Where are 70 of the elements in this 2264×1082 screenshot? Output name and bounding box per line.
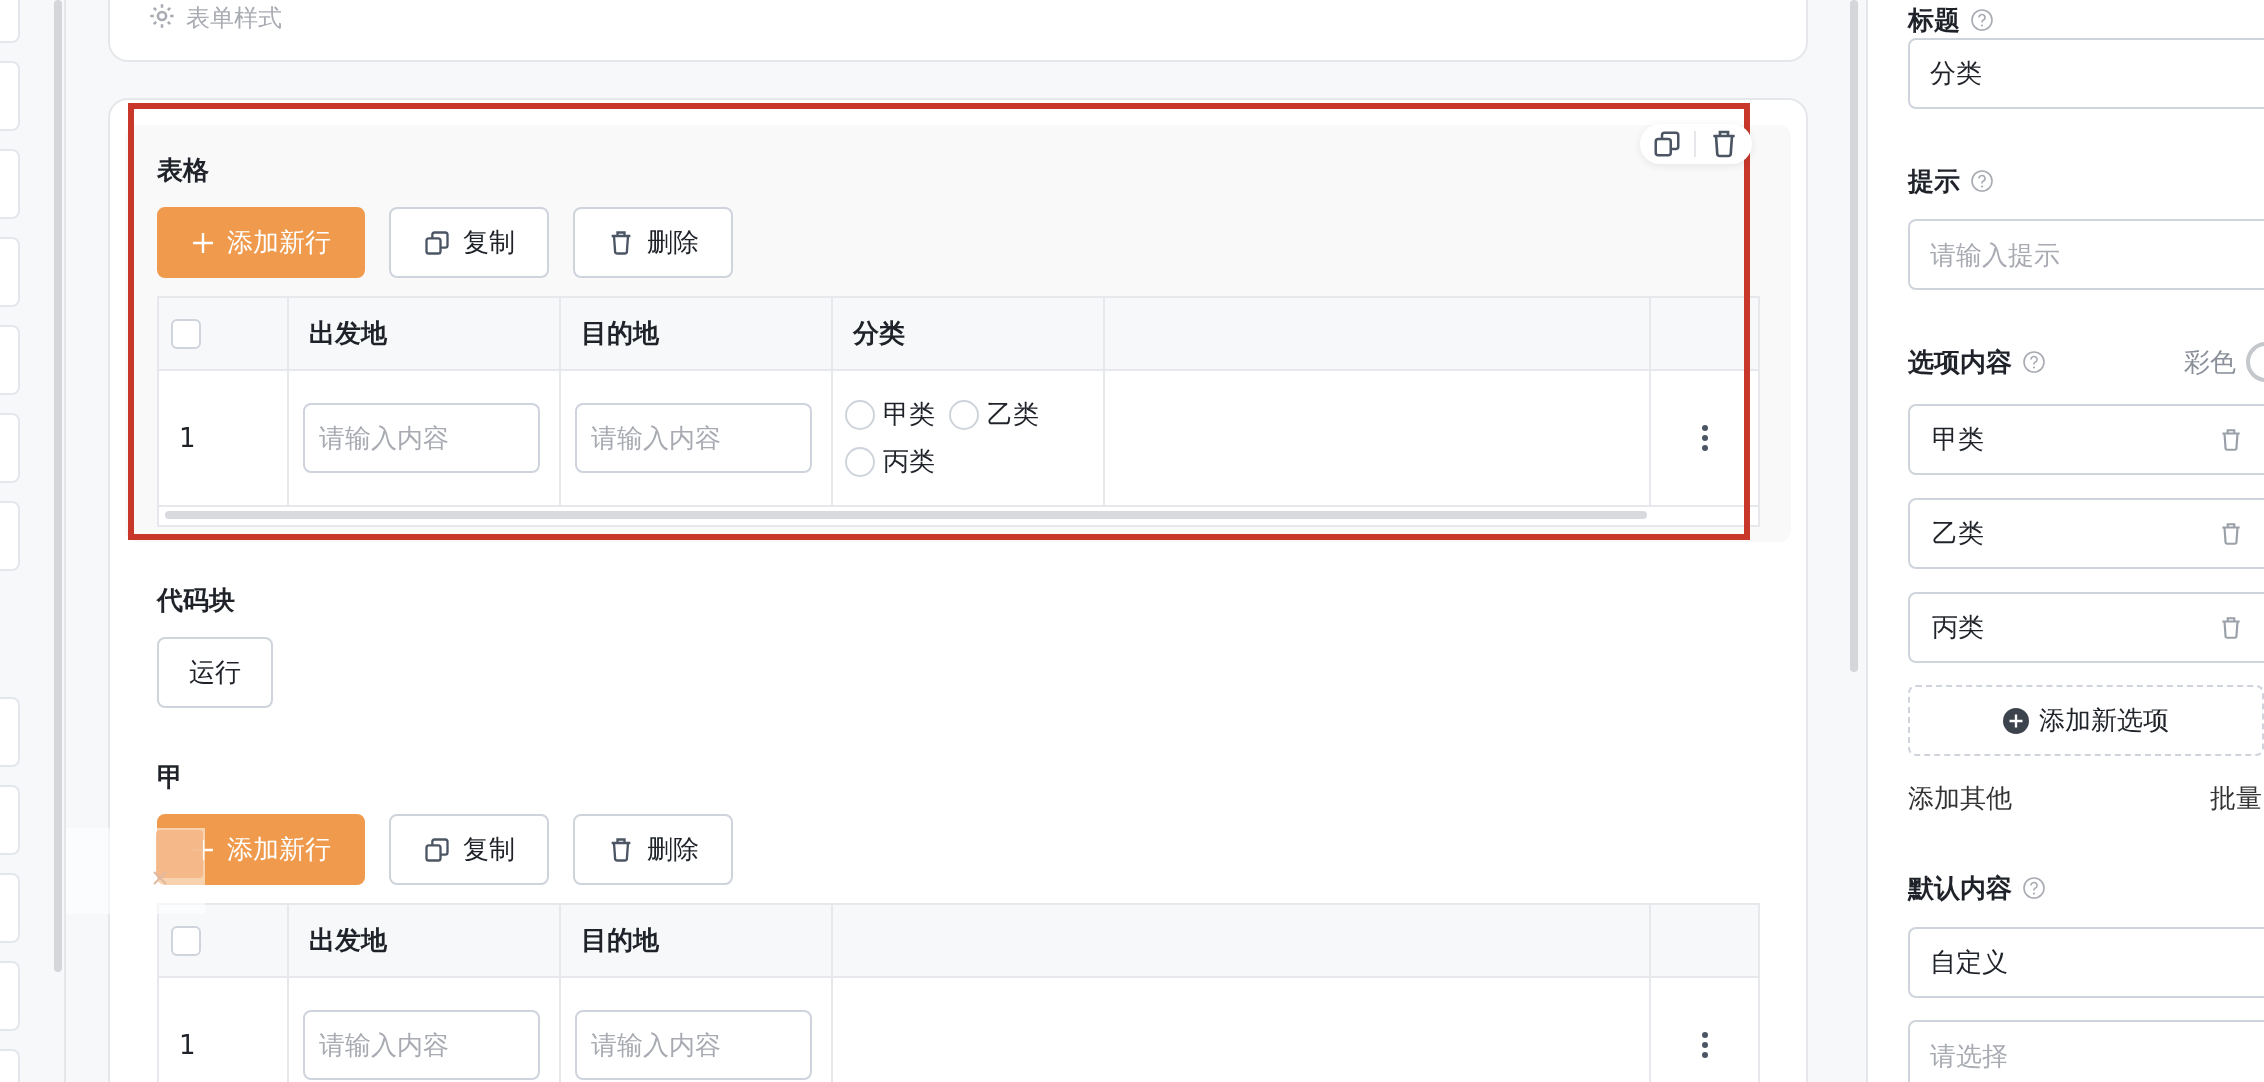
close-icon[interactable]	[152, 870, 168, 886]
column-header: 目的地	[560, 904, 832, 977]
column-header: 目的地	[560, 297, 832, 370]
copy-icon	[423, 835, 451, 864]
field-label: 选项内容	[1908, 345, 2012, 379]
help-icon	[1970, 8, 1994, 32]
plus-icon	[191, 230, 215, 255]
radio-option[interactable]: 乙类	[949, 397, 1039, 432]
row-number: 1	[158, 977, 288, 1082]
sidebar-tile[interactable]	[0, 61, 20, 131]
add-other-link[interactable]: 添加其他	[1908, 780, 2012, 816]
scrollbar[interactable]	[165, 511, 1647, 519]
help-icon	[1970, 169, 1994, 193]
column-header: 出发地	[288, 297, 560, 370]
copy-icon[interactable]	[1652, 129, 1682, 159]
title-field[interactable]: 分类	[1908, 38, 2264, 109]
input-field[interactable]: 请输入内容	[303, 1010, 540, 1080]
option-text: 甲类	[1932, 423, 1984, 456]
sidebar-tile[interactable]	[0, 873, 20, 943]
column-header: 出发地	[288, 904, 560, 977]
option-field[interactable]: 乙类	[1908, 498, 2264, 569]
option-text: 丙类	[1932, 611, 1984, 644]
field-label: 默认内容	[1908, 871, 2012, 905]
input-field[interactable]: 请输入内容	[303, 403, 540, 473]
option-text: 乙类	[1932, 517, 1984, 550]
delete-button[interactable]: 删除	[573, 207, 733, 278]
drag-thumbnail	[156, 830, 203, 878]
delete-button[interactable]: 删除	[573, 814, 733, 885]
copy-icon	[423, 228, 451, 257]
form-style-label: 表单样式	[186, 3, 282, 34]
hint-field[interactable]: 请输入提示	[1908, 219, 2264, 290]
option-field[interactable]: 丙类	[1908, 592, 2264, 663]
sidebar-tile[interactable]	[0, 961, 20, 1031]
run-button[interactable]: 运行	[157, 637, 273, 708]
sidebar-tile[interactable]	[0, 697, 20, 767]
select-field[interactable]: 请选择	[1908, 1020, 2264, 1082]
more-icon[interactable]	[1700, 424, 1709, 452]
color-label: 彩色	[2184, 345, 2236, 379]
radio-option[interactable]: 甲类	[845, 397, 935, 432]
copy-button[interactable]: 复制	[389, 207, 549, 278]
select-all-checkbox[interactable]	[171, 925, 201, 956]
add-circle-icon	[2003, 707, 2029, 734]
sidebar-tile[interactable]	[0, 237, 20, 307]
more-icon[interactable]	[1700, 1031, 1709, 1059]
select-all-checkbox[interactable]	[171, 318, 201, 349]
input-field[interactable]: 请输入内容	[575, 1010, 812, 1080]
table-title: 甲	[157, 761, 184, 794]
sidebar-tile[interactable]	[0, 149, 20, 219]
scrollbar[interactable]	[1850, 0, 1858, 672]
add-option-button[interactable]: 添加新选项	[1908, 685, 2264, 756]
scrollbar[interactable]	[54, 0, 62, 972]
help-icon	[2022, 876, 2046, 900]
sidebar-tile[interactable]	[0, 501, 20, 571]
default-field[interactable]: 自定义	[1908, 927, 2264, 998]
help-icon	[2022, 350, 2046, 374]
batch-link[interactable]: 批量	[2210, 780, 2262, 816]
block-title: 代码块	[157, 584, 236, 617]
sidebar-tile[interactable]	[0, 325, 20, 395]
input-field[interactable]: 请输入内容	[575, 403, 812, 473]
option-field[interactable]: 甲类	[1908, 404, 2264, 475]
radio-option[interactable]: 丙类	[845, 444, 935, 479]
column-header: 分类	[832, 297, 1104, 370]
field-label: 标题	[1908, 3, 1960, 37]
copy-button[interactable]: 复制	[389, 814, 549, 885]
sidebar-tile[interactable]	[0, 413, 20, 483]
sidebar-tile[interactable]	[0, 785, 20, 855]
field-label: 提示	[1908, 164, 1960, 198]
row-number: 1	[158, 370, 288, 506]
gear-icon	[148, 2, 176, 30]
table-title: 表格	[157, 154, 210, 187]
